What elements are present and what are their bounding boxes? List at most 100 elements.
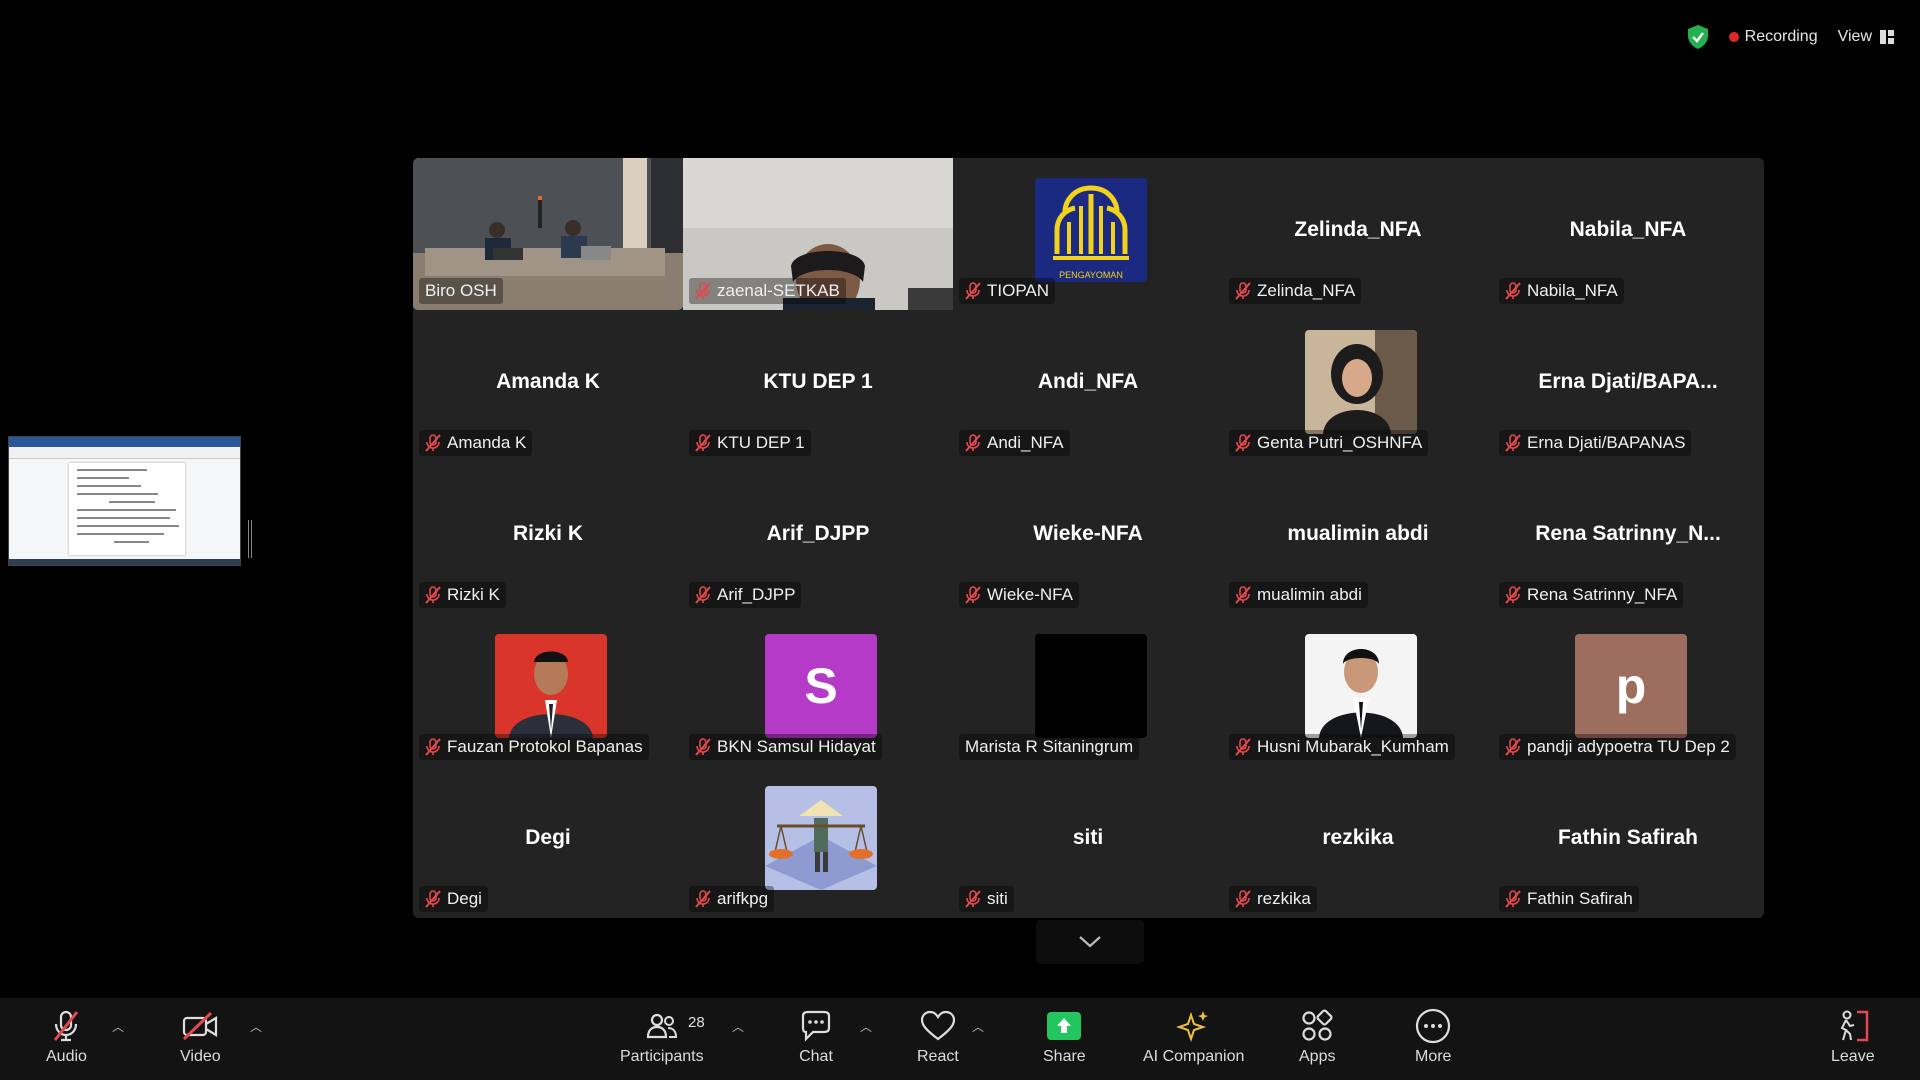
participant-tile[interactable]: Marista R Sitaningrum (953, 614, 1223, 766)
participant-tile[interactable]: siti siti (953, 766, 1223, 918)
ai-companion-label: AI Companion (1143, 1048, 1245, 1065)
participant-name-label: Rizki K (419, 582, 506, 608)
encryption-shield-icon[interactable] (1687, 24, 1709, 50)
audio-options-caret-icon[interactable]: ︿ (112, 1018, 124, 1035)
mic-muted-icon (695, 890, 711, 908)
react-button[interactable]: React (917, 1008, 959, 1072)
participant-name-label: rezkika (1229, 886, 1317, 912)
chat-label: Chat (799, 1048, 833, 1065)
participant-name-label: siti (959, 886, 1014, 912)
video-button[interactable]: Video (180, 1008, 221, 1072)
participant-name-label: Arif_DJPP (689, 582, 802, 608)
participant-name-label: arifkpg (689, 886, 775, 912)
chat-options-caret-icon[interactable]: ︿ (860, 1018, 872, 1035)
participant-tile[interactable]: mualimin abdi mualimin abdi (1223, 462, 1493, 614)
participant-name: Amanda K (447, 433, 527, 452)
recording-indicator[interactable]: Recording (1728, 28, 1818, 46)
participant-tile[interactable]: Erna Djati/BAPA... Erna Djati/BAPANAS (1493, 310, 1763, 462)
participant-tile[interactable]: Fathin Safirah Fathin Safirah (1493, 766, 1763, 918)
participant-tile[interactable]: Wieke-NFA Wieke-NFA (953, 462, 1223, 614)
react-options-caret-icon[interactable]: ︿ (972, 1018, 984, 1035)
participant-name: siti (987, 889, 1008, 908)
participant-tile[interactable]: Amanda K Amanda K (413, 310, 683, 462)
participant-tile[interactable]: arifkpg (683, 766, 953, 918)
video-off-icon (183, 1011, 218, 1041)
profile-photo (1305, 634, 1417, 738)
participant-tile[interactable]: Rena Satrinny_N... Rena Satrinny_NFA (1493, 462, 1763, 614)
heart-icon (920, 1010, 955, 1041)
chat-bubble-icon (801, 1010, 831, 1042)
mic-muted-icon (695, 434, 711, 452)
participant-display-name: Degi (525, 826, 571, 849)
participant-tile[interactable]: S BKN Samsul Hidayat (683, 614, 953, 766)
participant-name: KTU DEP 1 (717, 433, 805, 452)
apps-button[interactable]: Apps (1299, 1008, 1335, 1072)
participant-tile[interactable]: Fauzan Protokol Bapanas (413, 614, 683, 766)
mic-muted-icon (425, 586, 441, 604)
audio-button[interactable]: Audio (46, 1008, 87, 1072)
participant-name: Erna Djati/BAPANAS (1527, 433, 1686, 452)
participant-name: Rena Satrinny_NFA (1527, 585, 1678, 604)
leave-button[interactable]: Leave (1831, 1008, 1875, 1072)
profile-photo (495, 634, 607, 738)
mic-muted-icon (1505, 282, 1521, 300)
participant-tile[interactable]: rezkika rezkika (1223, 766, 1493, 918)
participant-tile[interactable]: Biro OSH (413, 158, 683, 310)
participant-name-label: BKN Samsul Hidayat (689, 734, 882, 760)
participant-tile[interactable]: Genta Putri_OSHNFA (1223, 310, 1493, 462)
more-button[interactable]: More (1415, 1008, 1451, 1072)
more-label: More (1415, 1048, 1452, 1065)
chat-button[interactable]: Chat (799, 1008, 833, 1072)
video-options-caret-icon[interactable]: ︿ (250, 1018, 262, 1035)
participant-tile[interactable]: PENGAYOMAN TIOPAN (953, 158, 1223, 310)
participant-name-label: Genta Putri_OSHNFA (1229, 430, 1429, 456)
participant-name-label: Zelinda_NFA (1229, 278, 1362, 304)
ai-companion-button[interactable]: AI Companion (1143, 1008, 1244, 1072)
mic-muted-icon (1505, 738, 1521, 756)
participant-display-name: Wieke-NFA (1033, 522, 1143, 545)
participant-name-label: mualimin abdi (1229, 582, 1368, 608)
participant-tile[interactable]: Nabila_NFA Nabila_NFA (1493, 158, 1763, 310)
participant-tile[interactable]: Andi_NFA Andi_NFA (953, 310, 1223, 462)
participant-name-label: Fauzan Protokol Bapanas (419, 734, 649, 760)
participant-name: pandji adypoetra TU Dep 2 (1527, 737, 1730, 756)
meeting-toolbar: Audio ︿ Video ︿ Participants 28 ︿ Chat ︿… (0, 998, 1920, 1080)
share-screen-button[interactable]: Share (1043, 1008, 1086, 1072)
participant-name: Wieke-NFA (987, 585, 1073, 604)
view-layout-icon (1880, 30, 1894, 44)
participant-name: Andi_NFA (987, 433, 1064, 452)
participants-label: Participants (620, 1048, 704, 1065)
participant-tile[interactable]: KTU DEP 1 KTU DEP 1 (683, 310, 953, 462)
participant-name: Degi (447, 889, 482, 908)
participant-tile[interactable]: zaenal-SETKAB (683, 158, 953, 310)
participants-count: 28 (688, 1014, 705, 1031)
participant-name: Husni Mubarak_Kumham (1257, 737, 1449, 756)
avatar-initial: S (804, 658, 838, 714)
view-button[interactable]: View (1838, 28, 1894, 46)
participant-tile[interactable]: Degi Degi (413, 766, 683, 918)
participant-tile[interactable]: Arif_DJPP Arif_DJPP (683, 462, 953, 614)
participant-tile[interactable]: p pandji adypoetra TU Dep 2 (1493, 614, 1763, 766)
participant-name: TIOPAN (987, 281, 1050, 300)
participant-name-label: Amanda K (419, 430, 533, 456)
profile-photo (765, 786, 877, 890)
participant-name: Rizki K (447, 585, 500, 604)
share-label: Share (1043, 1048, 1086, 1065)
pengayoman-tree-icon (1053, 185, 1129, 260)
more-dots-icon (1416, 1008, 1451, 1044)
video-label: Video (180, 1048, 221, 1065)
gallery-expand-button[interactable] (1036, 920, 1144, 964)
participant-name: mualimin abdi (1257, 585, 1362, 604)
participants-options-caret-icon[interactable]: ︿ (732, 1018, 744, 1035)
mic-muted-icon (425, 738, 441, 756)
participant-tile[interactable]: Zelinda_NFA Zelinda_NFA (1223, 158, 1493, 310)
participant-tile[interactable]: Rizki K Rizki K (413, 462, 683, 614)
panel-resize-handle[interactable] (248, 520, 252, 558)
mic-muted-icon (965, 890, 981, 908)
participant-tile[interactable]: Husni Mubarak_Kumham (1223, 614, 1493, 766)
participant-name-label: Fathin Safirah (1499, 886, 1639, 912)
mic-muted-icon (695, 282, 711, 300)
mic-muted-icon (1505, 586, 1521, 604)
shared-screen-thumbnail[interactable] (8, 436, 241, 566)
ai-sparkle-icon (1175, 1011, 1208, 1043)
